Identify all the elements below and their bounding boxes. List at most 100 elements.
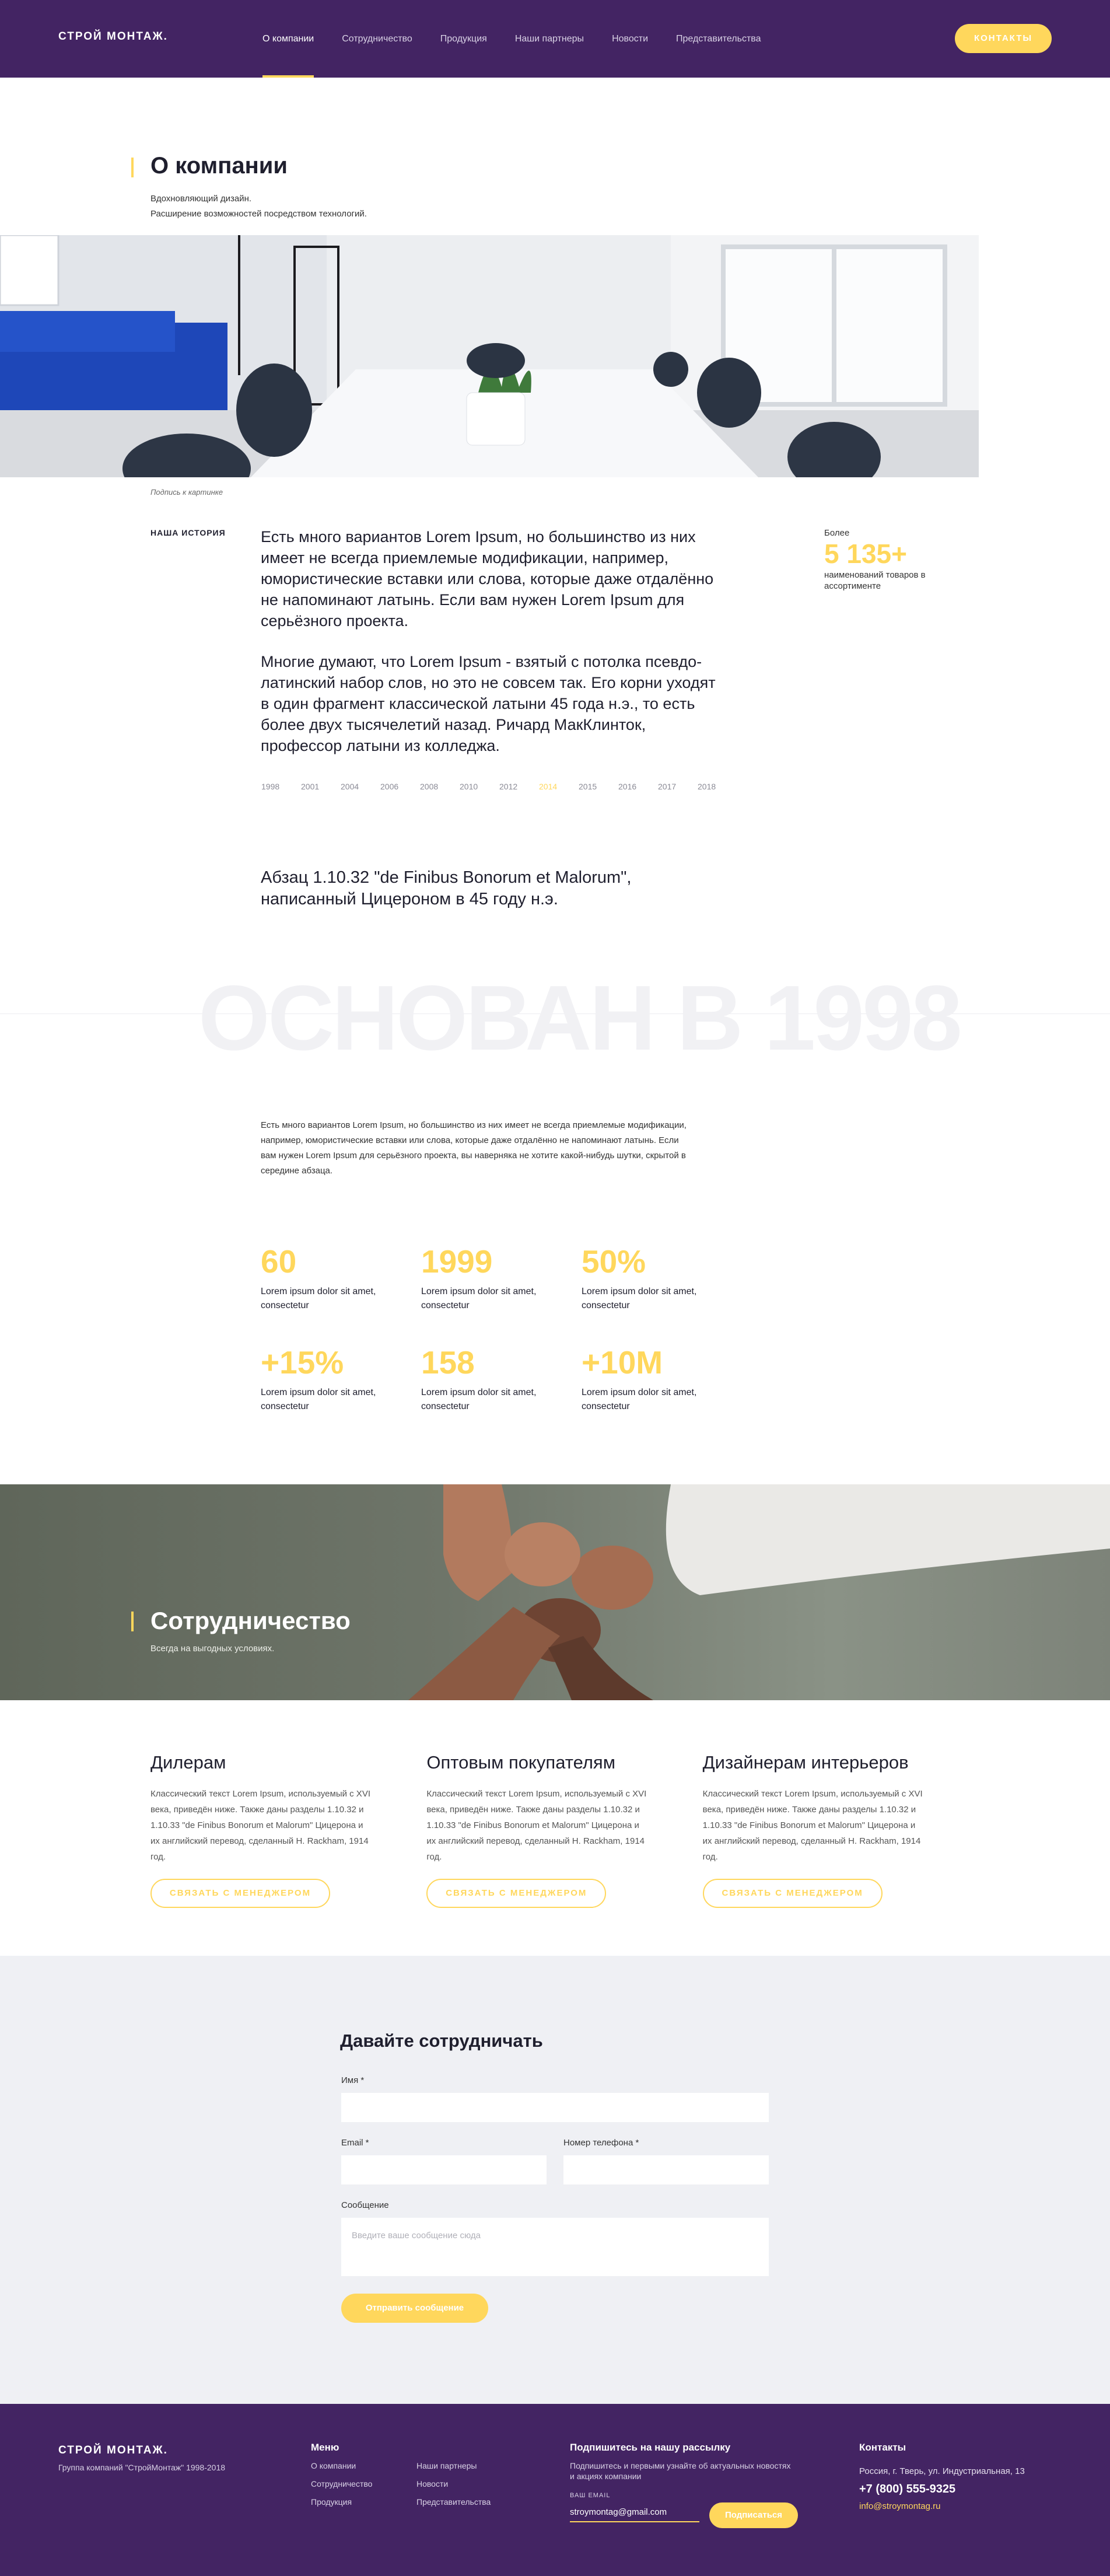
timeline-year[interactable]: 2006 [380, 782, 420, 791]
timeline-year[interactable]: 2016 [618, 782, 658, 791]
subscribe-email-label: ВАШ EMAIL [570, 2492, 611, 2499]
about-subtitle: Вдохновляющий дизайн. Расширение возможн… [150, 191, 367, 222]
stat-number: 60 [261, 1243, 297, 1280]
name-field[interactable] [341, 2093, 769, 2122]
nav-item-cooperation[interactable]: Сотрудничество [342, 0, 412, 78]
story-label: НАША ИСТОРИЯ [150, 528, 226, 537]
timeline-year-active[interactable]: 2014 [539, 782, 579, 791]
cooperation-card: Дизайнерам интерьеров Классический текст… [702, 1752, 979, 1908]
contacts-button[interactable]: КОНТАКТЫ [955, 24, 1052, 53]
email-field[interactable] [341, 2155, 547, 2184]
card-text: Классический текст Lorem Ipsum, использу… [702, 1789, 923, 1862]
footer-menu-title: Меню [311, 2442, 339, 2453]
about-subtitle-line: Расширение возможностей посредством техн… [150, 209, 367, 219]
footer-email-link[interactable]: info@stroymontag.ru [859, 2501, 940, 2511]
timeline-year[interactable]: 2012 [499, 782, 539, 791]
timeline-year[interactable]: 2008 [420, 782, 460, 791]
office-photo [0, 235, 979, 477]
cooperation-title: Сотрудничество [150, 1607, 351, 1634]
contact-form-section [0, 1956, 1110, 2404]
title-accent-bar [131, 1612, 134, 1631]
stat-number: +15% [261, 1344, 344, 1380]
contact-manager-button[interactable]: СВЯЗАТЬ С МЕНЕДЖЕРОМ [702, 1879, 883, 1908]
message-field[interactable]: Введите ваше сообщение сюда [341, 2218, 769, 2276]
contact-manager-button[interactable]: СВЯЗАТЬ С МЕНЕДЖЕРОМ [150, 1879, 330, 1908]
assortment-counter: Более 5 135+ наименований товаров в ассо… [824, 528, 935, 592]
timeline-year[interactable]: 2004 [341, 782, 380, 791]
footer-link-news[interactable]: Новости [416, 2479, 448, 2488]
phone-field[interactable] [563, 2155, 769, 2184]
copyright: Группа компаний "СтройМонтаж" 1998-2018 [58, 2463, 226, 2472]
footer-link-partners[interactable]: Наши партнеры [416, 2461, 477, 2470]
stat-description: Lorem ipsum dolor sit amet, consectetur [261, 1287, 376, 1310]
stat-description: Lorem ipsum dolor sit amet, consectetur [582, 1287, 697, 1310]
stat-item: 60 Lorem ipsum dolor sit amet, consectet… [261, 1244, 421, 1313]
footer-link-products[interactable]: Продукция [311, 2497, 352, 2507]
cooperation-card: Оптовым покупателям Классический текст L… [426, 1752, 702, 1908]
counter-prefix: Более [824, 528, 850, 538]
stat-number: 158 [421, 1344, 475, 1380]
stat-item: 1999 Lorem ipsum dolor sit amet, consect… [421, 1244, 582, 1313]
email-label: Email * [341, 2138, 369, 2148]
cooperation-cards: Дилерам Классический текст Lorem Ipsum, … [150, 1752, 979, 1908]
nav-item-partners[interactable]: Наши партнеры [515, 0, 584, 78]
stat-description: Lorem ipsum dolor sit amet, consectetur [421, 1287, 537, 1310]
card-title: Дизайнерам интерьеров [702, 1752, 909, 1773]
subscribe-button[interactable]: Подписаться [709, 2502, 798, 2528]
timeline-years: 1998 2001 2004 2006 2008 2010 2012 2014 … [261, 782, 737, 791]
timeline-year[interactable]: 2010 [460, 782, 499, 791]
subscribe-note: Подпишитесь и первыми узнайте об актуаль… [570, 2461, 791, 2481]
card-text: Классический текст Lorem Ipsum, использу… [150, 1789, 370, 1862]
stat-number: 50% [582, 1243, 646, 1280]
founded-text: Есть много вариантов Lorem Ipsum, но бол… [261, 1120, 687, 1176]
nav-item-offices[interactable]: Представительства [676, 0, 761, 78]
stat-description: Lorem ipsum dolor sit amet, consectetur [421, 1387, 537, 1411]
story-paragraph: Многие думают, что Lorem Ipsum - взятый … [261, 653, 716, 754]
timeline-year[interactable]: 2018 [698, 782, 737, 791]
paragraph-title: Абзац 1.10.32 "de Finibus Bonorum et Mal… [261, 868, 632, 908]
stat-number: +10M [582, 1344, 663, 1380]
office-illustration [0, 235, 979, 477]
stat-item: 158 Lorem ipsum dolor sit amet, consecte… [421, 1345, 582, 1414]
card-text: Классический текст Lorem Ipsum, использу… [426, 1789, 647, 1862]
footer-phone[interactable]: +7 (800) 555-9325 [859, 2483, 955, 2496]
card-title: Оптовым покупателям [426, 1752, 616, 1773]
site-header: СТРОЙ МОНТАЖ. О компании Сотрудничество … [0, 0, 1110, 78]
footer-link-offices[interactable]: Представительства [416, 2497, 491, 2507]
timeline-year[interactable]: 2001 [301, 782, 341, 791]
form-title: Давайте сотрудничать [340, 2030, 543, 2051]
timeline-year[interactable]: 1998 [261, 782, 301, 791]
send-message-button[interactable]: Отправить сообщение [341, 2294, 488, 2323]
nav-item-news[interactable]: Новости [612, 0, 648, 78]
site-logo[interactable]: СТРОЙ МОНТАЖ. [58, 30, 168, 43]
fists-illustration [408, 1484, 1110, 1700]
footer-link-about[interactable]: О компании [311, 2461, 356, 2470]
about-subtitle-line: Вдохновляющий дизайн. [150, 194, 252, 204]
cooperation-banner [0, 1484, 1110, 1700]
image-caption: Подпись к картинке [150, 488, 223, 497]
contact-manager-button[interactable]: СВЯЗАТЬ С МЕНЕДЖЕРОМ [426, 1879, 607, 1908]
timeline-year[interactable]: 2015 [579, 782, 618, 791]
counter-description: наименований товаров в ассортименте [824, 570, 926, 591]
footer-contacts-title: Контакты [859, 2442, 906, 2453]
stat-number: 1999 [421, 1243, 493, 1280]
timeline-year[interactable]: 2017 [658, 782, 698, 791]
nav-item-about[interactable]: О компании [262, 0, 314, 78]
stat-description: Lorem ipsum dolor sit amet, consectetur [582, 1387, 697, 1411]
stat-item: +15% Lorem ipsum dolor sit amet, consect… [261, 1345, 421, 1414]
story-paragraph: Есть много вариантов Lorem Ipsum, но бол… [261, 528, 714, 630]
name-label: Имя * [341, 2075, 365, 2085]
page-title: О компании [150, 153, 288, 179]
card-title: Дилерам [150, 1752, 226, 1773]
title-accent-bar [131, 158, 134, 177]
nav-item-products[interactable]: Продукция [440, 0, 487, 78]
stat-item: +10M Lorem ipsum dolor sit amet, consect… [582, 1345, 742, 1414]
phone-label: Номер телефона * [563, 2138, 639, 2148]
footer-link-cooperation[interactable]: Сотрудничество [311, 2479, 372, 2488]
subscribe-email-input[interactable]: stroymontag@gmail.com [570, 2507, 699, 2522]
footer-logo[interactable]: СТРОЙ МОНТАЖ. [58, 2444, 168, 2457]
site-footer: СТРОЙ МОНТАЖ. Группа компаний "СтройМонт… [0, 2404, 1110, 2576]
counter-number: 5 135+ [824, 539, 907, 569]
cooperation-card: Дилерам Классический текст Lorem Ipsum, … [150, 1752, 426, 1908]
stats-grid: 60 Lorem ipsum dolor sit amet, consectet… [261, 1244, 745, 1414]
